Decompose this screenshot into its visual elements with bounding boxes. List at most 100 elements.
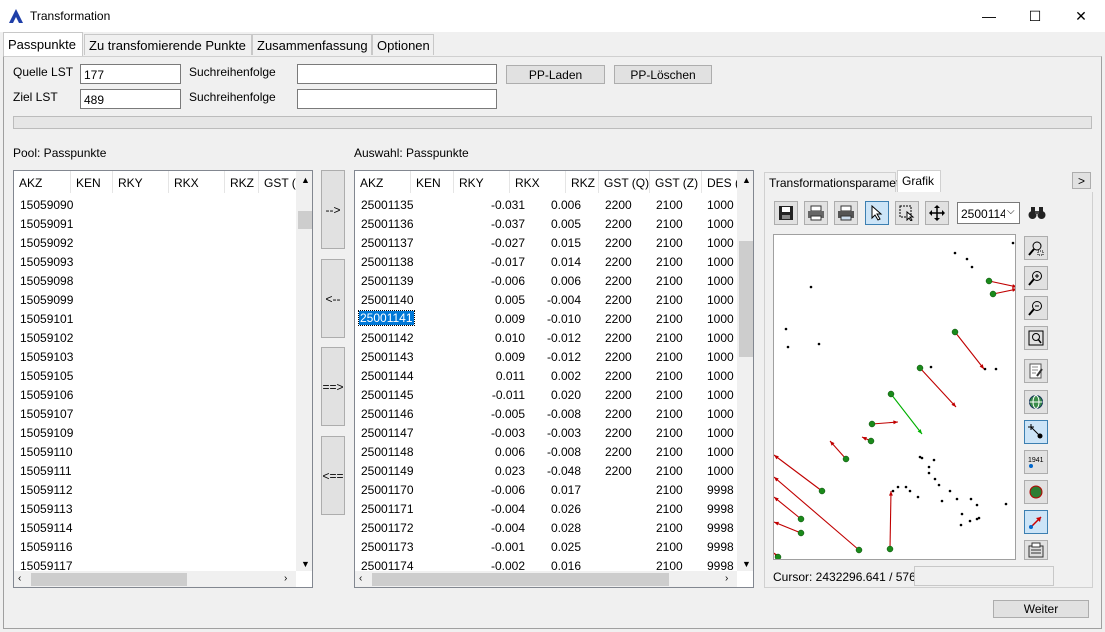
green-point-icon[interactable]: [1024, 480, 1048, 504]
auswahl-row[interactable]: 25001139 -0.006 0.006 2200 2100 1000: [355, 271, 753, 290]
scroll-up-icon[interactable]: ▲: [301, 175, 310, 185]
save-icon[interactable]: [774, 201, 798, 225]
tab-grafik[interactable]: Grafik: [897, 170, 941, 192]
pool-row[interactable]: 15059105: [14, 366, 312, 385]
pool-row[interactable]: 15059099: [14, 290, 312, 309]
auswahl-row[interactable]: 25001148 0.006 -0.008 2200 2100 1000: [355, 442, 753, 461]
maximize-button[interactable]: ☐: [1012, 0, 1058, 32]
pool-scroll-thumb[interactable]: [298, 211, 312, 229]
globe-icon[interactable]: [1024, 390, 1048, 414]
auswahl-row[interactable]: 25001136 -0.037 0.005 2200 2100 1000: [355, 214, 753, 233]
add-selected-button[interactable]: -->: [321, 170, 345, 249]
auswahl-row[interactable]: 25001149 0.023 -0.048 2200 2100 1000: [355, 461, 753, 480]
pool-row[interactable]: 15059106: [14, 385, 312, 404]
scroll-down-icon[interactable]: ▼: [742, 559, 751, 569]
print-preview-icon[interactable]: [834, 201, 858, 225]
point-select-dropdown[interactable]: 25001141 ⌵: [957, 202, 1020, 224]
pool-column-header[interactable]: GST (Q: [259, 171, 299, 193]
pool-list[interactable]: AKZKENRKYRKXRKZGST (Q 15059090 15059091 15…: [13, 170, 313, 588]
scroll-left-icon[interactable]: ‹: [359, 573, 362, 584]
pool-column-header[interactable]: AKZ: [14, 171, 71, 193]
auswahl-row[interactable]: 25001135 -0.031 0.006 2200 2100 1000: [355, 195, 753, 214]
pool-row[interactable]: 15059111: [14, 461, 312, 480]
ziel-lst-input[interactable]: 489: [80, 89, 181, 109]
auswahl-row[interactable]: 25001137 -0.027 0.015 2200 2100 1000: [355, 233, 753, 252]
pool-row[interactable]: 15059091: [14, 214, 312, 233]
pool-row[interactable]: 15059090: [14, 195, 312, 214]
scroll-down-icon[interactable]: ▼: [301, 559, 310, 569]
grafik-canvas[interactable]: [773, 234, 1016, 560]
point-number-icon[interactable]: 1941: [1024, 450, 1048, 474]
auswahl-row[interactable]: 25001145 -0.011 0.020 2200 2100 1000: [355, 385, 753, 404]
scroll-right-icon[interactable]: ›: [284, 573, 287, 584]
pool-column-header[interactable]: KEN: [71, 171, 113, 193]
suchreihenfolge-input-2[interactable]: [297, 89, 497, 109]
auswahl-vertical-scrollbar[interactable]: ▲ ▼: [737, 171, 753, 571]
auswahl-horizontal-scrollbar[interactable]: ‹ ›: [355, 571, 737, 587]
pool-row[interactable]: 15059103: [14, 347, 312, 366]
pool-column-header[interactable]: RKX: [169, 171, 225, 193]
auswahl-row[interactable]: 25001143 0.009 -0.012 2200 2100 1000: [355, 347, 753, 366]
pool-row[interactable]: 15059116: [14, 537, 312, 556]
pool-vertical-scrollbar[interactable]: ▲ ▼: [296, 171, 312, 571]
select-pointer-icon[interactable]: [865, 201, 889, 225]
zoom-extent-icon[interactable]: [1024, 326, 1048, 350]
pp-laden-button[interactable]: PP-Laden: [506, 65, 605, 84]
auswahl-row[interactable]: 25001144 0.011 0.002 2200 2100 1000: [355, 366, 753, 385]
edit-sheet-icon[interactable]: [1024, 359, 1048, 383]
minimize-button[interactable]: —: [966, 0, 1012, 32]
auswahl-row[interactable]: 25001171 -0.004 0.026 2100 9998: [355, 499, 753, 518]
pool-row[interactable]: 15059098: [14, 271, 312, 290]
pool-row[interactable]: 15059102: [14, 328, 312, 347]
auswahl-column-header[interactable]: KEN: [411, 171, 454, 193]
auswahl-column-header[interactable]: AKZ: [355, 171, 411, 193]
auswahl-column-header[interactable]: GST (Z): [650, 171, 702, 193]
auswahl-column-header[interactable]: RKY: [454, 171, 510, 193]
properties-icon[interactable]: [1024, 540, 1048, 560]
pool-column-header[interactable]: RKY: [113, 171, 169, 193]
pool-row[interactable]: 15059110: [14, 442, 312, 461]
scroll-up-icon[interactable]: ▲: [742, 175, 751, 185]
remove-all-button[interactable]: <==: [321, 436, 345, 515]
auswahl-row[interactable]: 25001170 -0.006 0.017 2100 9998: [355, 480, 753, 499]
pool-hscroll-thumb[interactable]: [31, 573, 187, 586]
quelle-lst-input[interactable]: 177: [80, 64, 181, 84]
pool-horizontal-scrollbar[interactable]: ‹ ›: [14, 571, 296, 587]
pool-row[interactable]: 15059107: [14, 404, 312, 423]
pool-row[interactable]: 15059101: [14, 309, 312, 328]
pool-row[interactable]: 15059113: [14, 499, 312, 518]
auswahl-list[interactable]: AKZ KEN RKY RKX RKZ GST (Q) GST (Z) DES ( 25001…: [354, 170, 754, 588]
pool-column-header[interactable]: RKZ: [225, 171, 259, 193]
tab-zusammenfassung[interactable]: Zusammenfassung: [252, 34, 372, 55]
auswahl-row[interactable]: 25001172 -0.004 0.028 2100 9998: [355, 518, 753, 537]
pool-row[interactable]: 15059112: [14, 480, 312, 499]
auswahl-hscroll-thumb[interactable]: [372, 573, 669, 586]
tabs-scroll-right-button[interactable]: >: [1072, 172, 1091, 189]
tab-passpunkte[interactable]: Passpunkte: [3, 32, 83, 56]
scroll-right-icon[interactable]: ›: [725, 573, 728, 584]
auswahl-column-header[interactable]: RKX: [510, 171, 566, 193]
pool-row[interactable]: 15059114: [14, 518, 312, 537]
box-select-icon[interactable]: [895, 201, 919, 225]
auswahl-column-header[interactable]: RKZ: [566, 171, 599, 193]
auswahl-row[interactable]: 25001140 0.005 -0.004 2200 2100 1000: [355, 290, 753, 309]
suchreihenfolge-input-1[interactable]: [297, 64, 497, 84]
auswahl-row[interactable]: 25001142 0.010 -0.012 2200 2100 1000: [355, 328, 753, 347]
close-button[interactable]: ✕: [1058, 0, 1104, 32]
auswahl-column-header[interactable]: DES (: [702, 171, 742, 193]
auswahl-row[interactable]: 25001146 -0.005 -0.008 2200 2100 1000: [355, 404, 753, 423]
add-all-button[interactable]: ==>: [321, 347, 345, 426]
auswahl-column-header[interactable]: GST (Q): [599, 171, 650, 193]
auswahl-row[interactable]: 25001141 0.009 -0.010 2200 2100 1000: [355, 309, 753, 328]
weiter-button[interactable]: Weiter: [993, 600, 1089, 618]
zoom-window-icon[interactable]: [1024, 236, 1048, 260]
tab-optionen[interactable]: Optionen: [372, 34, 434, 55]
auswahl-row[interactable]: 25001173 -0.001 0.025 2100 9998: [355, 537, 753, 556]
pool-row[interactable]: 15059109: [14, 423, 312, 442]
auswahl-scroll-thumb[interactable]: [739, 241, 753, 357]
residual-vector-icon[interactable]: [1024, 510, 1048, 534]
pool-row[interactable]: 15059093: [14, 252, 312, 271]
point-measure-icon[interactable]: [1024, 420, 1048, 444]
tab-transformationsparameter[interactable]: Transformationsparameter: [764, 172, 910, 192]
auswahl-row[interactable]: 25001138 -0.017 0.014 2200 2100 1000: [355, 252, 753, 271]
